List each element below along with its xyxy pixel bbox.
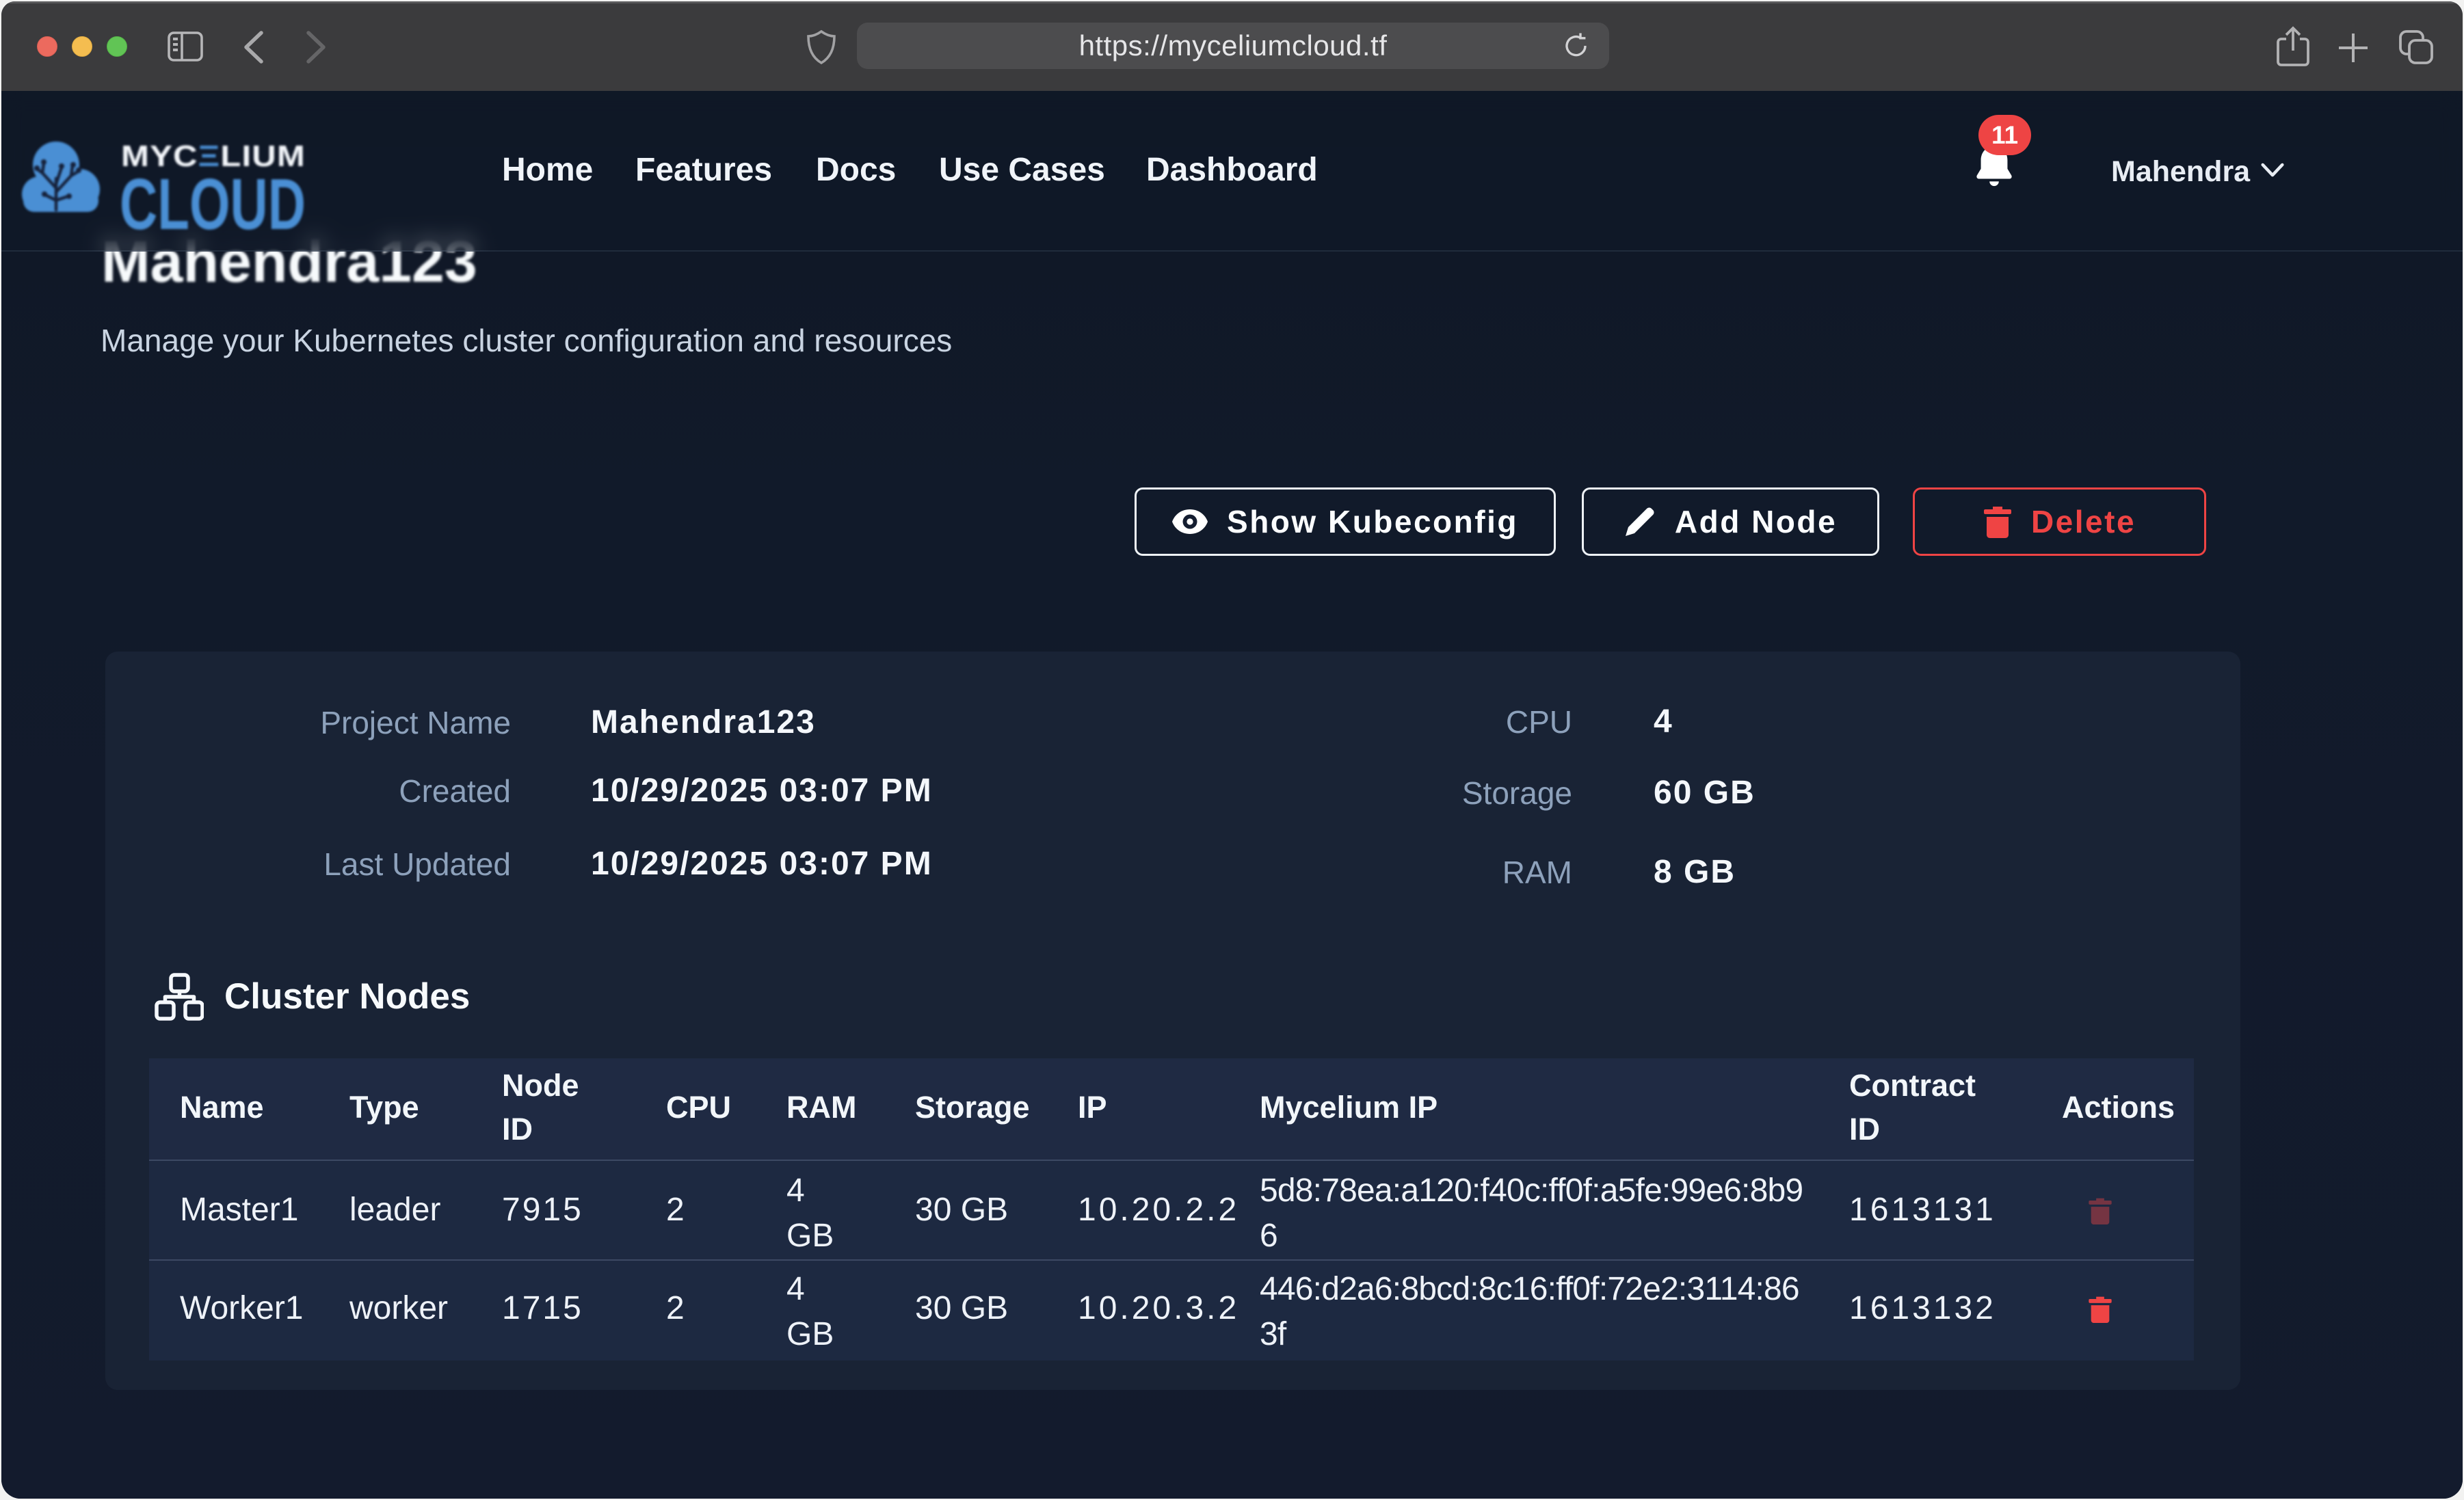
svg-text:CLOUD: CLOUD [120, 164, 306, 236]
